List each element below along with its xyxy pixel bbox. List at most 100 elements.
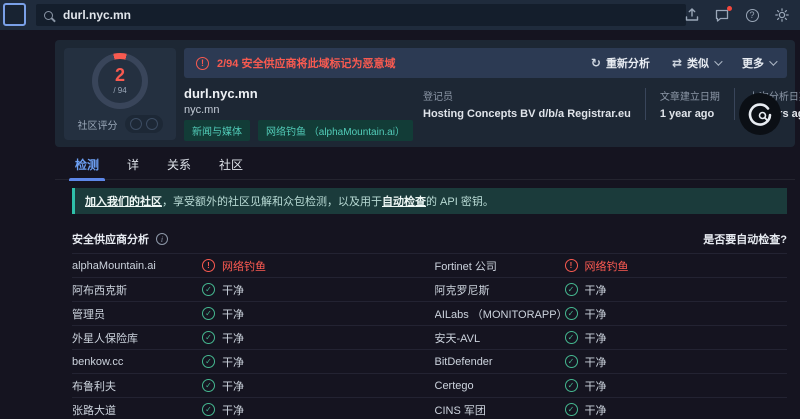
vendor-name: Certego xyxy=(434,379,474,392)
domain-tags: 新闻与媒体 网络钓鱼 （alphaMountain.ai） xyxy=(184,120,413,141)
vendor-status-label: 干净 xyxy=(222,356,244,369)
detections-count: 2 xyxy=(114,65,125,85)
topbar: ? xyxy=(0,0,800,30)
refresh-icon: ↻ xyxy=(590,56,601,70)
vendor-status: ✓ 干净 xyxy=(202,330,244,346)
vendor-status-label: 网络钓鱼 xyxy=(222,260,266,273)
crowdsourced-context-badge[interactable] xyxy=(739,93,781,135)
table-row: 管理员 ✓ 干净 AILabs （MONITORAPP） ✓ 干净 xyxy=(72,301,787,325)
check-circle-icon: ✓ xyxy=(202,307,215,320)
similar-button[interactable]: ⇄ 类似 xyxy=(671,55,723,71)
tab-1[interactable]: 检测 xyxy=(68,150,106,181)
check-circle-icon: ✓ xyxy=(564,403,578,416)
automate-checks-link[interactable]: 自动检查 xyxy=(382,196,426,208)
more-button[interactable]: 更多 xyxy=(742,55,778,71)
reanalyze-button[interactable]: ↻ 重新分析 xyxy=(591,55,650,71)
vendor-name: 阿克罗尼斯 xyxy=(434,284,490,297)
vendor-status: ✓ 干净 xyxy=(202,354,244,370)
section-title: 安全供应商分析 xyxy=(72,234,149,246)
parent-domain-link[interactable]: nyc.mn xyxy=(184,104,219,116)
alert-circle-icon: ! xyxy=(202,259,215,272)
vendor-cell: AILabs （MONITORAPP） ✓ 干净 xyxy=(435,302,788,325)
vendor-status: ✓ 干净 xyxy=(202,378,244,394)
upload-icon[interactable] xyxy=(684,7,700,23)
check-circle-icon: ✓ xyxy=(202,331,215,344)
table-row: 布鲁利夫 ✓ 干净 Certego ✓ 干净 xyxy=(72,373,787,397)
similar-icon: ⇄ xyxy=(671,56,682,70)
vendor-name: alphaMountain.ai xyxy=(72,259,156,272)
vendor-name: CINS 军团 xyxy=(434,404,486,417)
vendor-status-label: 干净 xyxy=(222,380,244,393)
vendor-cell: Fortinet 公司! 网络钓鱼 xyxy=(435,254,788,277)
check-circle-icon: ✓ xyxy=(564,331,578,344)
domain-tag[interactable]: 网络钓鱼 （alphaMountain.ai） xyxy=(258,120,413,141)
vendor-cell: alphaMountain.ai! 网络钓鱼 xyxy=(72,254,425,277)
report-header-card: 2 / 94 社区评分 ! 2/94 安全供应商将此域标记为恶意域 ↻ 重新分析… xyxy=(55,40,800,147)
vendor-status-label: 干净 xyxy=(584,404,607,417)
app-logo[interactable] xyxy=(3,3,26,26)
detections-total: / 94 xyxy=(113,86,127,95)
vendor-status-label: 干净 xyxy=(584,332,607,345)
vendor-cell: 布鲁利夫 ✓ 干净 xyxy=(72,374,425,397)
tab-2[interactable]: 详 xyxy=(127,150,139,180)
search-input[interactable] xyxy=(63,8,678,22)
automate-check-question-link[interactable]: 是否要自动检查? xyxy=(703,231,787,247)
chevron-down-icon xyxy=(769,57,778,66)
help-icon[interactable]: ? xyxy=(744,7,760,23)
meta-column: 文章建立日期 1 year ago xyxy=(644,88,734,120)
meta-value: Hosting Concepts BV d/b/a Registrar.eu xyxy=(423,108,631,120)
vendor-status-label: 网络钓鱼 xyxy=(584,260,629,273)
vote-up-icon[interactable] xyxy=(129,118,142,130)
vendor-status-label: 干净 xyxy=(222,332,244,345)
vendor-status-label: 干净 xyxy=(584,356,607,369)
vendor-name: 张路大道 xyxy=(72,404,116,417)
vendor-status: ✓ 干净 xyxy=(202,306,244,322)
vendor-status: ✓ 干净 xyxy=(564,330,607,346)
tab-4[interactable]: 社区 xyxy=(219,150,243,180)
vendor-cell: 阿克罗尼斯 ✓ 干净 xyxy=(435,278,788,301)
join-community-link[interactable]: 加入我们的社区 xyxy=(85,196,162,208)
vendor-status-label: 干净 xyxy=(222,308,244,321)
meta-column: 登记员 Hosting Concepts BV d/b/a Registrar.e… xyxy=(423,88,645,120)
vendor-status: ✓ 干净 xyxy=(564,402,607,418)
vendors-section-header: 安全供应商分析 i 是否要自动检查? xyxy=(72,231,787,247)
community-score-label: 社区评分 xyxy=(77,120,118,132)
check-circle-icon: ✓ xyxy=(202,283,215,296)
domain-tag[interactable]: 新闻与媒体 xyxy=(184,120,250,141)
vendor-cell: 张路大道 ✓ 干净 xyxy=(72,398,425,419)
community-banner: 加入我们的社区，享受额外的社区见解和众包检测，以及用于自动检查的 API 密钥。 xyxy=(72,188,787,214)
detection-alert-strip: ! 2/94 安全供应商将此域标记为恶意域 ↻ 重新分析 ⇄ 类似 更多 xyxy=(184,48,787,78)
topbar-icons: ? xyxy=(684,0,790,30)
check-circle-icon: ✓ xyxy=(564,355,578,368)
vendor-status: ! 网络钓鱼 xyxy=(202,258,266,274)
vendor-cell: benkow.cc ✓ 干净 xyxy=(72,350,425,373)
tab-3[interactable]: 关系 xyxy=(167,150,191,180)
info-icon[interactable]: i xyxy=(156,233,168,245)
vendor-status-label: 干净 xyxy=(584,380,607,393)
vendor-status: ✓ 干净 xyxy=(564,282,607,298)
vendor-status-label: 干净 xyxy=(222,284,244,297)
vendor-status: ✓ 干净 xyxy=(564,378,607,394)
vendor-cell: 阿布西克斯 ✓ 干净 xyxy=(72,278,425,301)
detection-gauge: 2 / 94 xyxy=(92,53,148,109)
search-bar[interactable] xyxy=(36,4,686,26)
meta-value: 1 year ago xyxy=(659,108,715,120)
alert-circle-icon: ! xyxy=(564,259,578,272)
theme-icon[interactable] xyxy=(774,7,790,23)
check-circle-icon: ✓ xyxy=(564,379,578,392)
check-circle-icon: ✓ xyxy=(202,403,215,416)
vendor-cell: CINS 军团 ✓ 干净 xyxy=(435,398,788,419)
meta-label: 文章建立日期 xyxy=(659,92,720,103)
notifications-icon[interactable] xyxy=(714,6,732,23)
table-row: alphaMountain.ai! 网络钓鱼 Fortinet 公司! 网络钓鱼 xyxy=(72,253,787,277)
search-icon xyxy=(44,10,53,20)
community-vote-toggle[interactable] xyxy=(124,115,163,133)
vote-down-icon[interactable] xyxy=(145,118,158,130)
vendor-name: 管理员 xyxy=(72,308,105,321)
table-row: benkow.cc ✓ 干净 BitDefender ✓ 干净 xyxy=(72,349,787,373)
vendor-name: benkow.cc xyxy=(72,355,124,368)
vendor-status-label: 干净 xyxy=(584,308,607,321)
vendor-cell: 外星人保险库 ✓ 干净 xyxy=(72,326,425,349)
domain-name: durl.nyc.mn xyxy=(184,86,258,101)
vendor-status: ✓ 干净 xyxy=(564,306,607,322)
